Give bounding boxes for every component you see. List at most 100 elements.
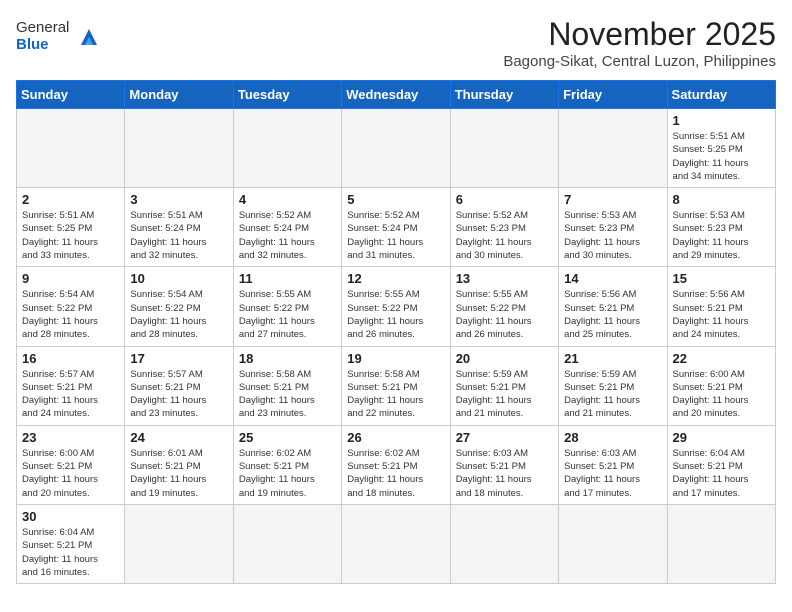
day-number: 26 xyxy=(347,430,444,445)
calendar-cell: 22 Sunrise: 6:00 AM Sunset: 5:21 PM Dayli… xyxy=(667,346,775,425)
day-header-friday: Friday xyxy=(559,81,667,109)
day-info: Sunrise: 6:03 AM Sunset: 5:21 PM Dayligh… xyxy=(564,447,661,500)
day-number: 30 xyxy=(22,509,119,524)
day-info: Sunrise: 6:01 AM Sunset: 5:21 PM Dayligh… xyxy=(130,447,227,500)
day-number: 29 xyxy=(673,430,770,445)
calendar-cell: 7 Sunrise: 5:53 AM Sunset: 5:23 PM Daylig… xyxy=(559,188,667,267)
day-info: Sunrise: 6:00 AM Sunset: 5:21 PM Dayligh… xyxy=(673,368,770,421)
day-info: Sunrise: 6:04 AM Sunset: 5:21 PM Dayligh… xyxy=(22,526,119,579)
calendar: SundayMondayTuesdayWednesdayThursdayFrid… xyxy=(16,80,776,584)
calendar-cell: 20 Sunrise: 5:59 AM Sunset: 5:21 PM Dayli… xyxy=(450,346,558,425)
day-info: Sunrise: 5:56 AM Sunset: 5:21 PM Dayligh… xyxy=(564,288,661,341)
day-number: 1 xyxy=(673,113,770,128)
day-number: 21 xyxy=(564,351,661,366)
calendar-cell xyxy=(667,504,775,583)
day-info: Sunrise: 5:59 AM Sunset: 5:21 PM Dayligh… xyxy=(456,368,553,421)
calendar-cell xyxy=(233,504,341,583)
day-number: 13 xyxy=(456,271,553,286)
week-row-2: 9 Sunrise: 5:54 AM Sunset: 5:22 PM Daylig… xyxy=(17,267,776,346)
calendar-cell: 5 Sunrise: 5:52 AM Sunset: 5:24 PM Daylig… xyxy=(342,188,450,267)
calendar-cell: 17 Sunrise: 5:57 AM Sunset: 5:21 PM Dayli… xyxy=(125,346,233,425)
day-info: Sunrise: 5:51 AM Sunset: 5:24 PM Dayligh… xyxy=(130,209,227,262)
calendar-cell: 30 Sunrise: 6:04 AM Sunset: 5:21 PM Dayli… xyxy=(17,504,125,583)
day-info: Sunrise: 6:03 AM Sunset: 5:21 PM Dayligh… xyxy=(456,447,553,500)
day-number: 28 xyxy=(564,430,661,445)
day-info: Sunrise: 5:54 AM Sunset: 5:22 PM Dayligh… xyxy=(130,288,227,341)
calendar-cell: 28 Sunrise: 6:03 AM Sunset: 5:21 PM Dayli… xyxy=(559,425,667,504)
calendar-cell: 15 Sunrise: 5:56 AM Sunset: 5:21 PM Dayli… xyxy=(667,267,775,346)
week-row-3: 16Sunrise: 5:57 AM Sunset: 5:21 PM Dayli… xyxy=(17,346,776,425)
day-number: 15 xyxy=(673,271,770,286)
calendar-cell: 19Sunrise: 5:58 AM Sunset: 5:21 PM Dayli… xyxy=(342,346,450,425)
day-number: 25 xyxy=(239,430,336,445)
week-row-0: 1 Sunrise: 5:51 AM Sunset: 5:25 PM Daylig… xyxy=(17,109,776,188)
day-info: Sunrise: 5:57 AM Sunset: 5:21 PM Dayligh… xyxy=(130,368,227,421)
calendar-cell: 3Sunrise: 5:51 AM Sunset: 5:24 PM Daylig… xyxy=(125,188,233,267)
calendar-cell: 26 Sunrise: 6:02 AM Sunset: 5:21 PM Dayli… xyxy=(342,425,450,504)
day-info: Sunrise: 5:53 AM Sunset: 5:23 PM Dayligh… xyxy=(564,209,661,262)
day-number: 20 xyxy=(456,351,553,366)
day-number: 18 xyxy=(239,351,336,366)
day-info: Sunrise: 5:55 AM Sunset: 5:22 PM Dayligh… xyxy=(456,288,553,341)
logo-general-text: General xyxy=(16,20,69,37)
week-row-4: 23Sunrise: 6:00 AM Sunset: 5:21 PM Dayli… xyxy=(17,425,776,504)
day-info: Sunrise: 5:56 AM Sunset: 5:21 PM Dayligh… xyxy=(673,288,770,341)
day-number: 17 xyxy=(130,351,227,366)
location: Bagong-Sikat, Central Luzon, Philippines xyxy=(503,53,776,70)
day-number: 19 xyxy=(347,351,444,366)
day-number: 7 xyxy=(564,192,661,207)
calendar-cell: 13 Sunrise: 5:55 AM Sunset: 5:22 PM Dayli… xyxy=(450,267,558,346)
day-number: 22 xyxy=(673,351,770,366)
calendar-cell xyxy=(450,504,558,583)
calendar-cell: 9 Sunrise: 5:54 AM Sunset: 5:22 PM Daylig… xyxy=(17,267,125,346)
day-info: Sunrise: 5:55 AM Sunset: 5:22 PM Dayligh… xyxy=(239,288,336,341)
calendar-cell: 11 Sunrise: 5:55 AM Sunset: 5:22 PM Dayli… xyxy=(233,267,341,346)
calendar-cell xyxy=(559,504,667,583)
calendar-cell: 4Sunrise: 5:52 AM Sunset: 5:24 PM Daylig… xyxy=(233,188,341,267)
day-number: 12 xyxy=(347,271,444,286)
week-row-1: 2Sunrise: 5:51 AM Sunset: 5:25 PM Daylig… xyxy=(17,188,776,267)
day-info: Sunrise: 5:54 AM Sunset: 5:22 PM Dayligh… xyxy=(22,288,119,341)
day-info: Sunrise: 5:53 AM Sunset: 5:23 PM Dayligh… xyxy=(673,209,770,262)
calendar-cell xyxy=(342,504,450,583)
day-number: 9 xyxy=(22,271,119,286)
day-number: 27 xyxy=(456,430,553,445)
day-number: 6 xyxy=(456,192,553,207)
day-header-tuesday: Tuesday xyxy=(233,81,341,109)
calendar-cell: 16Sunrise: 5:57 AM Sunset: 5:21 PM Dayli… xyxy=(17,346,125,425)
logo: General Blue xyxy=(16,20,103,53)
header: General Blue November 2025 Bagong-Sikat,… xyxy=(16,16,776,70)
day-info: Sunrise: 5:52 AM Sunset: 5:24 PM Dayligh… xyxy=(239,209,336,262)
day-info: Sunrise: 5:55 AM Sunset: 5:22 PM Dayligh… xyxy=(347,288,444,341)
day-info: Sunrise: 5:51 AM Sunset: 5:25 PM Dayligh… xyxy=(22,209,119,262)
calendar-cell: 21Sunrise: 5:59 AM Sunset: 5:21 PM Dayli… xyxy=(559,346,667,425)
calendar-body: 1 Sunrise: 5:51 AM Sunset: 5:25 PM Daylig… xyxy=(17,109,776,584)
calendar-cell xyxy=(17,109,125,188)
calendar-cell xyxy=(125,504,233,583)
title-area: November 2025 Bagong-Sikat, Central Luzo… xyxy=(503,16,776,70)
calendar-cell xyxy=(559,109,667,188)
day-number: 5 xyxy=(347,192,444,207)
day-info: Sunrise: 5:51 AM Sunset: 5:25 PM Dayligh… xyxy=(673,130,770,183)
calendar-cell: 6Sunrise: 5:52 AM Sunset: 5:23 PM Daylig… xyxy=(450,188,558,267)
day-info: Sunrise: 6:02 AM Sunset: 5:21 PM Dayligh… xyxy=(239,447,336,500)
calendar-cell xyxy=(233,109,341,188)
calendar-cell: 24Sunrise: 6:01 AM Sunset: 5:21 PM Dayli… xyxy=(125,425,233,504)
calendar-cell xyxy=(125,109,233,188)
calendar-cell xyxy=(342,109,450,188)
calendar-cell: 1 Sunrise: 5:51 AM Sunset: 5:25 PM Daylig… xyxy=(667,109,775,188)
day-number: 8 xyxy=(673,192,770,207)
day-headers-row: SundayMondayTuesdayWednesdayThursdayFrid… xyxy=(17,81,776,109)
day-number: 11 xyxy=(239,271,336,286)
day-info: Sunrise: 5:58 AM Sunset: 5:21 PM Dayligh… xyxy=(239,368,336,421)
day-number: 10 xyxy=(130,271,227,286)
day-info: Sunrise: 5:57 AM Sunset: 5:21 PM Dayligh… xyxy=(22,368,119,421)
calendar-cell: 14 Sunrise: 5:56 AM Sunset: 5:21 PM Dayli… xyxy=(559,267,667,346)
week-row-5: 30 Sunrise: 6:04 AM Sunset: 5:21 PM Dayli… xyxy=(17,504,776,583)
day-header-sunday: Sunday xyxy=(17,81,125,109)
day-number: 14 xyxy=(564,271,661,286)
day-info: Sunrise: 6:02 AM Sunset: 5:21 PM Dayligh… xyxy=(347,447,444,500)
day-info: Sunrise: 5:52 AM Sunset: 5:24 PM Dayligh… xyxy=(347,209,444,262)
month-title: November 2025 xyxy=(503,16,776,53)
calendar-cell: 23Sunrise: 6:00 AM Sunset: 5:21 PM Dayli… xyxy=(17,425,125,504)
